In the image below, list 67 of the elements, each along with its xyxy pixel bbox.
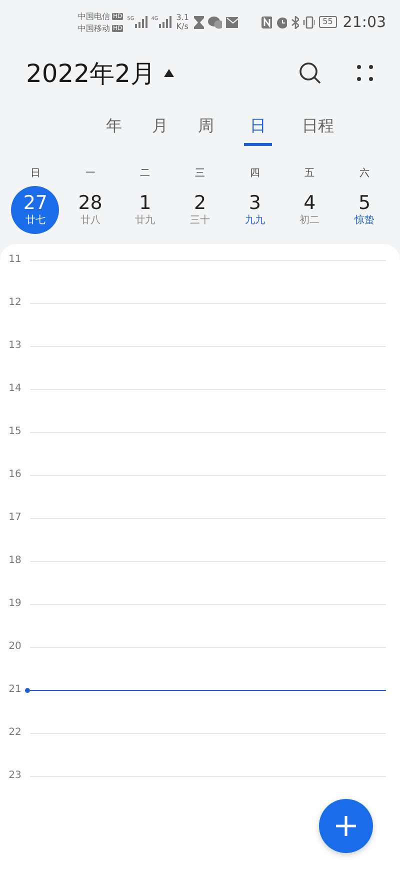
search-icon[interactable] xyxy=(298,61,322,85)
speed-value: 3.1 xyxy=(176,13,189,22)
carrier-name: 中国移动 xyxy=(78,22,110,34)
signal-icon xyxy=(158,16,172,28)
mail-icon xyxy=(226,16,238,28)
day-cell[interactable]: 4 初二 xyxy=(286,186,334,234)
lunar-date: 三十 xyxy=(190,214,210,227)
lunar-date: 初二 xyxy=(300,214,320,227)
signal-icon xyxy=(134,16,148,28)
more-icon[interactable] xyxy=(356,64,374,82)
day-cell[interactable]: 28 廿八 xyxy=(66,186,114,234)
carrier-name: 中国电信 xyxy=(78,10,110,22)
weekday-label: 日 xyxy=(30,167,40,180)
plus-icon xyxy=(334,814,358,838)
hour-label: 11 xyxy=(8,254,22,266)
nfc-icon xyxy=(261,16,272,28)
day-cell[interactable]: 2 三十 xyxy=(176,186,224,234)
month-title[interactable]: 2022年2月 xyxy=(26,56,156,90)
day-cell[interactable]: 3 九九 xyxy=(230,186,279,234)
hour-label: 22 xyxy=(8,727,22,739)
weekday-label: 一 xyxy=(85,167,96,180)
hour-label: 16 xyxy=(8,469,22,481)
lunar-date: 惊蛰 xyxy=(354,214,375,227)
date-number: 27 xyxy=(23,193,48,213)
hour-label: 13 xyxy=(8,340,22,352)
date-number: 1 xyxy=(139,193,152,213)
lunar-date: 九九 xyxy=(244,214,265,227)
weekday-label: 二 xyxy=(140,167,150,180)
lunar-date: 廿八 xyxy=(80,214,100,227)
hour-label: 15 xyxy=(8,426,22,438)
status-time: 21:03 xyxy=(342,13,386,31)
lunar-date: 廿七 xyxy=(25,214,46,227)
hour-label: 21 xyxy=(8,684,22,696)
triangle-icon[interactable] xyxy=(164,69,174,77)
hour-label: 12 xyxy=(8,297,22,309)
weekday-label: 六 xyxy=(360,166,370,180)
day-cell[interactable]: 27 廿七 xyxy=(11,186,60,234)
date-number: 3 xyxy=(248,193,261,213)
hour-label: 18 xyxy=(8,555,22,567)
view-tab[interactable]: 月 xyxy=(152,110,168,146)
hour-label: 23 xyxy=(8,770,22,782)
date-number: 5 xyxy=(358,193,371,213)
chat-icon xyxy=(208,16,222,28)
date-number: 28 xyxy=(78,193,102,213)
bluetooth-icon xyxy=(291,16,300,28)
view-tab[interactable]: 周 xyxy=(198,110,214,146)
vibrate-icon xyxy=(303,16,315,28)
hour-label: 19 xyxy=(8,598,22,610)
weekday-label: 五 xyxy=(304,167,315,180)
speed-unit: K/s xyxy=(176,22,189,31)
view-tab[interactable]: 日程 xyxy=(302,110,334,146)
day-cell[interactable]: 5 惊蛰 xyxy=(340,186,389,234)
hourglass-icon xyxy=(193,16,204,28)
hour-label: 17 xyxy=(8,512,22,524)
view-tab[interactable]: 年 xyxy=(106,110,122,146)
view-tab[interactable]: 日 xyxy=(244,110,272,146)
lunar-date: 廿九 xyxy=(135,214,156,227)
hour-label: 14 xyxy=(8,383,22,395)
alarm-icon xyxy=(276,16,288,28)
weekday-label: 四 xyxy=(250,167,260,180)
date-number: 2 xyxy=(194,193,206,213)
hour-label: 20 xyxy=(8,641,22,653)
add-button[interactable] xyxy=(319,799,373,853)
date-number: 4 xyxy=(304,193,316,213)
day-cell[interactable]: 1 廿九 xyxy=(121,186,170,234)
battery-icon: 55 xyxy=(318,16,337,28)
weekday-label: 三 xyxy=(195,167,205,180)
